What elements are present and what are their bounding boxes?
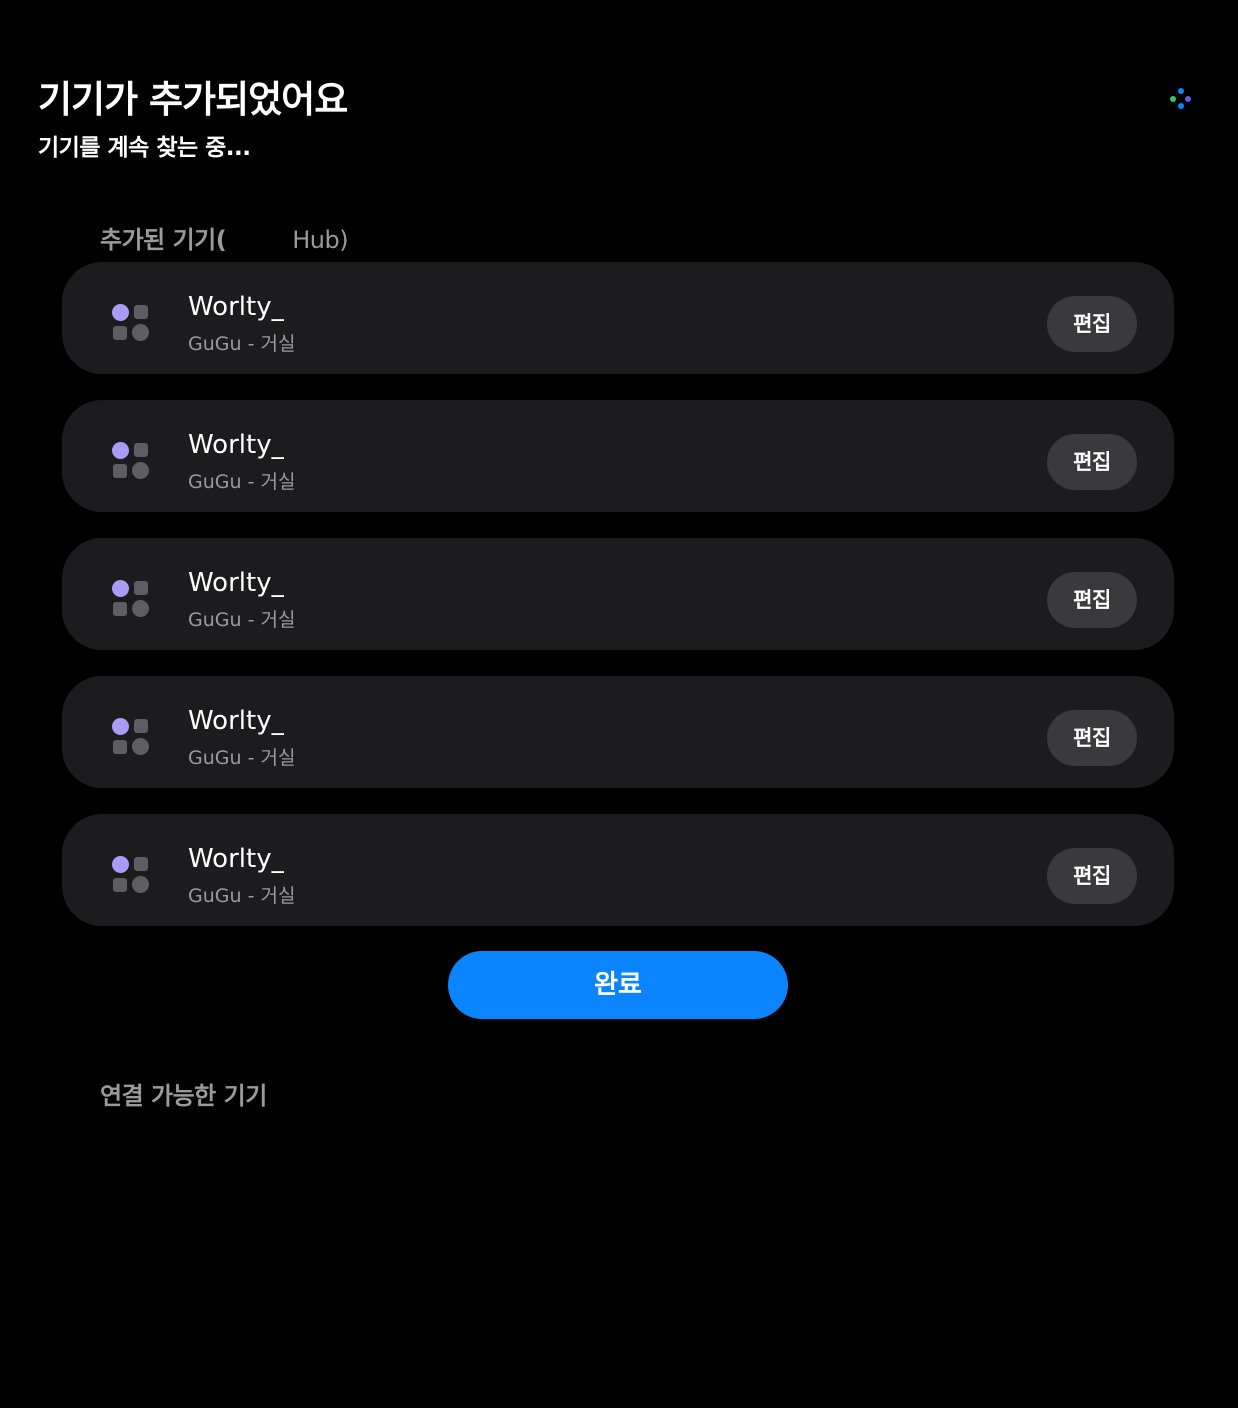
device-name: Worlty_f	[188, 568, 284, 598]
added-devices-section-label: 추가된 기기( Hub)	[100, 220, 349, 255]
edit-button[interactable]: 편집	[1047, 710, 1137, 766]
device-category-icon	[112, 304, 150, 342]
device-name: Worlty_f	[188, 844, 284, 874]
device-name: Worlty_f	[188, 292, 284, 322]
device-card[interactable]: Worlty_a GuGu - 거실 편집	[62, 400, 1174, 512]
device-category-icon	[112, 718, 150, 756]
edit-button[interactable]: 편집	[1047, 848, 1137, 904]
device-category-icon	[112, 580, 150, 618]
added-device-list: Worlty_f GuGu - 거실 편집 Worlty_a GuGu - 거실…	[62, 262, 1174, 952]
device-name: Worlty_f	[188, 706, 284, 736]
device-location: GuGu - 거실	[188, 333, 296, 355]
device-location: GuGu - 거실	[188, 885, 296, 907]
edit-button[interactable]: 편집	[1047, 434, 1137, 490]
done-button[interactable]: 완료	[448, 951, 788, 1019]
searching-dots-icon	[1170, 88, 1192, 110]
page-title: 기기가 추가되었어요	[38, 78, 348, 121]
device-location: GuGu - 거실	[188, 609, 296, 631]
edit-button[interactable]: 편집	[1047, 572, 1137, 628]
header: 기기가 추가되었어요 기기를 계속 찾는 중...	[38, 74, 348, 164]
edit-button[interactable]: 편집	[1047, 296, 1137, 352]
device-location: GuGu - 거실	[188, 471, 296, 493]
added-devices-label: 추가된 기기(	[100, 226, 227, 254]
device-card[interactable]: Worlty_f GuGu - 거실 편집	[62, 538, 1174, 650]
device-card[interactable]: Worlty_f GuGu - 거실 편집	[62, 676, 1174, 788]
device-card[interactable]: Worlty_f GuGu - 거실 편집	[62, 262, 1174, 374]
device-category-icon	[112, 856, 150, 894]
hub-label: Hub)	[292, 226, 349, 254]
device-name: Worlty_a	[188, 430, 284, 460]
page-subtitle: 기기를 계속 찾는 중...	[38, 135, 251, 161]
available-devices-section-label: 연결 가능한 기기	[100, 1082, 267, 1110]
device-location: GuGu - 거실	[188, 747, 296, 769]
device-category-icon	[112, 442, 150, 480]
device-card[interactable]: Worlty_f GuGu - 거실 편집	[62, 814, 1174, 926]
